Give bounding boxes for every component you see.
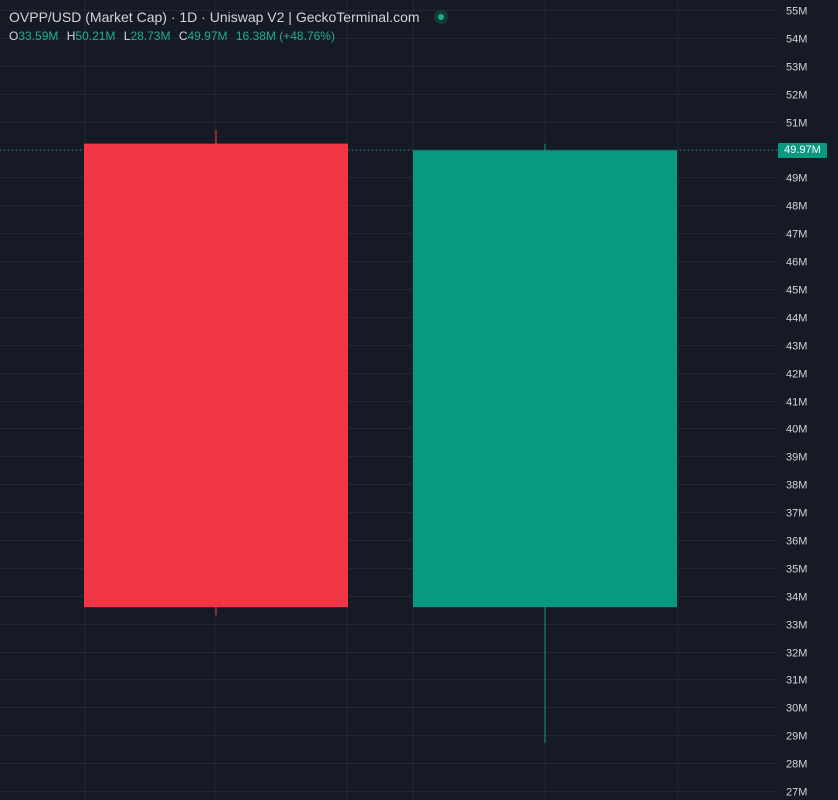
live-status-icon	[433, 10, 448, 24]
y-tick-label: 40M	[786, 424, 807, 436]
low-value: 28.73M	[130, 29, 171, 43]
chart-title: OVPP/USD (Market Cap) · 1D · Uniswap V2 …	[9, 9, 420, 25]
y-tick-label: 52M	[786, 90, 807, 102]
candle-body[interactable]	[413, 150, 677, 608]
y-tick-label: 51M	[786, 118, 807, 130]
y-tick-label: 27M	[786, 787, 807, 799]
y-tick-label: 48M	[786, 201, 807, 213]
candlestick-chart[interactable]: 55M54M53M52M51M50M49M48M47M46M45M44M43M4…	[0, 0, 838, 800]
y-tick-label: 28M	[786, 759, 807, 771]
y-tick-label: 47M	[786, 229, 807, 241]
y-tick-label: 54M	[786, 34, 807, 46]
change-value: 16.38M (+48.76%)	[235, 29, 335, 43]
price-axis[interactable]: 55M54M53M52M51M50M49M48M47M46M45M44M43M4…	[786, 6, 807, 799]
y-tick-label: 46M	[786, 257, 807, 269]
ohlc-row: O33.59M H50.21M L28.73M C49.97M 16.38M (…	[9, 28, 448, 44]
y-tick-label: 55M	[786, 6, 807, 18]
y-tick-label: 49M	[786, 173, 807, 185]
open-label: O	[9, 29, 19, 43]
title-row: OVPP/USD (Market Cap) · 1D · Uniswap V2 …	[9, 8, 448, 26]
y-tick-label: 41M	[786, 397, 807, 409]
candle-body[interactable]	[84, 143, 348, 608]
y-tick-label: 32M	[786, 648, 807, 660]
y-tick-label: 36M	[786, 536, 807, 548]
y-tick-label: 34M	[786, 592, 807, 604]
candles	[0, 129, 778, 743]
y-tick-label: 33M	[786, 620, 807, 632]
y-tick-label: 43M	[786, 341, 807, 353]
y-tick-label: 30M	[786, 703, 807, 715]
y-tick-label: 31M	[786, 675, 807, 687]
y-tick-label: 44M	[786, 313, 807, 325]
y-tick-label: 39M	[786, 452, 807, 464]
last-price-tag: 49.97M	[778, 143, 827, 158]
y-tick-label: 29M	[786, 731, 807, 743]
y-tick-label: 45M	[786, 285, 807, 297]
y-tick-label: 42M	[786, 369, 807, 381]
open-value: 33.59M	[18, 29, 59, 43]
chart-root: 55M54M53M52M51M50M49M48M47M46M45M44M43M4…	[0, 0, 838, 800]
chart-legend: OVPP/USD (Market Cap) · 1D · Uniswap V2 …	[9, 8, 448, 44]
y-tick-label: 37M	[786, 508, 807, 520]
y-tick-label: 38M	[786, 480, 807, 492]
high-value: 50.21M	[75, 29, 116, 43]
y-tick-label: 53M	[786, 62, 807, 74]
y-tick-label: 35M	[786, 564, 807, 576]
close-label: C	[178, 29, 188, 43]
close-value: 49.97M	[187, 29, 228, 43]
